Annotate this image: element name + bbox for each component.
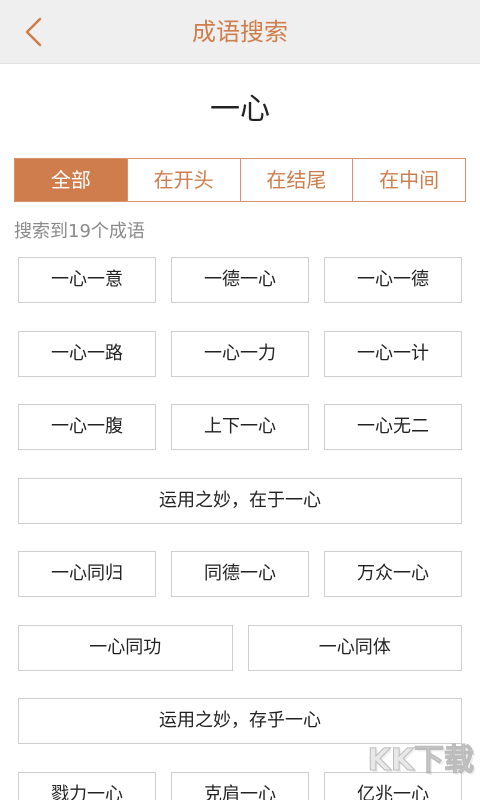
idiom-button[interactable]: 运用之妙，在于一心 (18, 477, 462, 524)
idiom-button[interactable]: 戮力一心 (18, 771, 156, 800)
idiom-button[interactable]: 上下一心 (171, 404, 309, 450)
idiom-button[interactable]: 一心无二 (324, 404, 462, 450)
idiom-button[interactable]: 同德一心 (171, 551, 309, 597)
idiom-button[interactable]: 一心一意 (18, 257, 156, 303)
tab-at-start[interactable]: 在开头 (126, 159, 240, 201)
idiom-button[interactable]: 一心一计 (324, 330, 462, 377)
idiom-button[interactable]: 运用之妙，存乎一心 (18, 698, 462, 744)
tab-at-end[interactable]: 在结尾 (239, 159, 353, 201)
idiom-button[interactable]: 一德一心 (171, 257, 309, 303)
idiom-button[interactable]: 一心一腹 (18, 404, 156, 450)
idiom-button[interactable]: 克肩一心 (171, 771, 309, 800)
idiom-row: 一心一路 一心一力 一心一计 (18, 330, 462, 377)
idiom-button[interactable]: 一心一路 (18, 330, 156, 377)
idiom-results-grid: 一心一意 一德一心 一心一德 一心一路 一心一力 一心一计 一心一腹 上下一心 … (18, 257, 462, 800)
top-app-bar: 成语搜索 (0, 0, 480, 64)
idiom-button[interactable]: 一心同归 (18, 551, 156, 597)
back-button[interactable] (16, 14, 52, 50)
idiom-button[interactable]: 一心一力 (171, 330, 309, 377)
idiom-row: 运用之妙，在于一心 (18, 477, 462, 524)
tab-all[interactable]: 全部 (15, 159, 127, 201)
position-filter-tabs: 全部 在开头 在结尾 在中间 (14, 158, 466, 202)
idiom-button[interactable]: 一心同体 (247, 624, 462, 671)
idiom-button[interactable]: 一心同功 (18, 624, 233, 671)
idiom-row: 一心同归 同德一心 万众一心 (18, 551, 462, 597)
idiom-row: 戮力一心 克肩一心 亿兆一心 (18, 771, 462, 800)
page-title: 成语搜索 (192, 18, 288, 46)
idiom-button[interactable]: 万众一心 (324, 551, 462, 597)
idiom-row: 一心一意 一德一心 一心一德 (18, 257, 462, 303)
idiom-row: 一心同功 一心同体 (18, 624, 462, 671)
idiom-button[interactable]: 一心一德 (324, 257, 462, 303)
idiom-row: 运用之妙，存乎一心 (18, 698, 462, 744)
chevron-left-icon (25, 17, 42, 47)
idiom-row: 一心一腹 上下一心 一心无二 (18, 404, 462, 450)
result-count: 搜索到19个成语 (14, 221, 145, 242)
idiom-button[interactable]: 亿兆一心 (324, 771, 462, 800)
tab-in-middle[interactable]: 在中间 (352, 159, 465, 201)
search-query-heading: 一心 (210, 92, 270, 127)
